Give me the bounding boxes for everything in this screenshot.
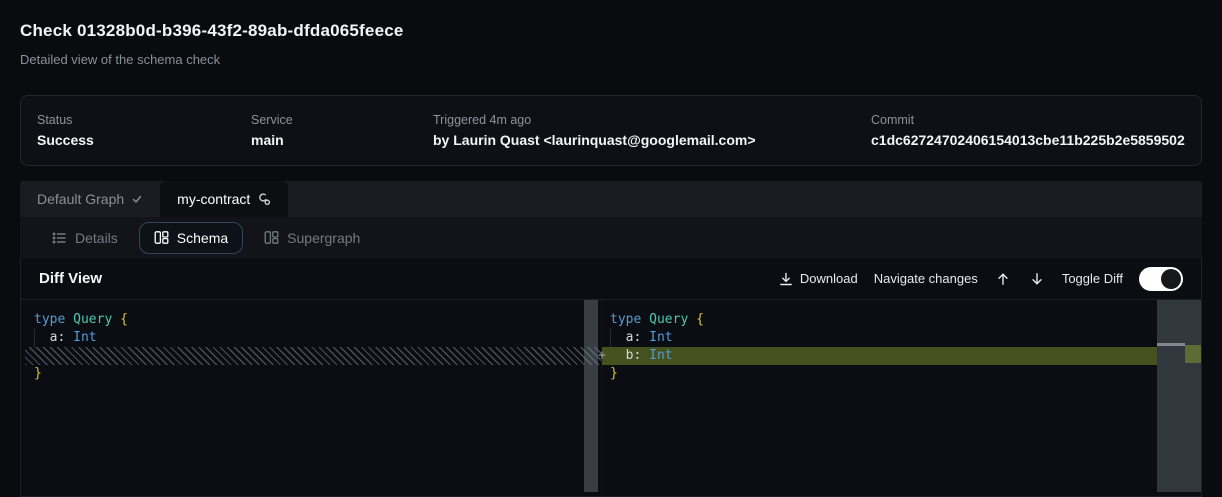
code-line: a: Int xyxy=(602,329,1201,347)
code-line: type Query { xyxy=(21,311,601,329)
page-header: Check 01328b0d-b396-43f2-89ab-dfda065fee… xyxy=(20,0,1202,68)
download-icon xyxy=(779,272,793,286)
code-line: type Query { xyxy=(602,311,1201,329)
check-summary-card: Status Success Service main Triggered 4m… xyxy=(20,95,1202,166)
download-button[interactable]: Download xyxy=(779,271,858,286)
view-tabs-bar: Details Schema Supergraph xyxy=(20,217,1202,258)
diff-editor-original: type Query { a: Int} xyxy=(21,300,601,496)
diff-added-line: + b: Int xyxy=(602,347,1201,365)
tab-default-graph[interactable]: Default Graph xyxy=(20,181,160,217)
code-line: a: Int xyxy=(21,329,601,347)
code-line: } xyxy=(602,365,1201,383)
contract-icon xyxy=(257,192,271,206)
original-code: type Query { a: Int} xyxy=(21,311,601,383)
added-line-gutter: + xyxy=(598,347,606,365)
code-line: } xyxy=(21,365,601,383)
status-label: Status xyxy=(37,113,251,127)
check-icon xyxy=(131,193,143,205)
previous-change-button[interactable] xyxy=(994,272,1012,286)
scrollbar-thumb-edge xyxy=(1157,343,1185,346)
arrow-down-icon xyxy=(1030,272,1044,286)
download-label: Download xyxy=(800,271,858,286)
triggered-field: Triggered 4m ago by Laurin Quast <laurin… xyxy=(433,113,871,148)
next-change-button[interactable] xyxy=(1028,272,1046,286)
page-subtitle: Detailed view of the schema check xyxy=(20,52,1202,68)
page-title: Check 01328b0d-b396-43f2-89ab-dfda065fee… xyxy=(20,20,1202,42)
modified-scrollbar[interactable] xyxy=(1157,300,1201,492)
diff-toolbar: Diff View Download Navigate changes xyxy=(21,258,1201,300)
tab-my-contract[interactable]: my-contract xyxy=(160,181,288,217)
commit-value: c1dc62724702406154013cbe11b225b2e5859502 xyxy=(871,132,1185,148)
status-field: Status Success xyxy=(37,113,251,148)
triggered-value: by Laurin Quast <laurinquast@googlemail.… xyxy=(433,132,871,148)
status-value: Success xyxy=(37,132,251,148)
graph-tabs-bar: Default Graph my-contract xyxy=(20,181,1202,217)
original-scrollbar[interactable] xyxy=(584,300,598,492)
tab-schema-label: Schema xyxy=(177,230,228,246)
diff-panel: Diff View Download Navigate changes xyxy=(20,258,1202,497)
added-change-marker xyxy=(1185,345,1201,363)
commit-field: Commit c1dc62724702406154013cbe11b225b2e… xyxy=(871,113,1185,148)
tab-schema[interactable]: Schema xyxy=(139,222,243,254)
panels-icon xyxy=(154,230,169,245)
triggered-label: Triggered 4m ago xyxy=(433,113,871,127)
service-field: Service main xyxy=(251,113,433,148)
modified-code: type Query { a: Int+ b: Int} xyxy=(602,311,1201,383)
diff-controls: Download Navigate changes Toggle Diff xyxy=(779,267,1183,291)
toggle-diff-switch[interactable] xyxy=(1139,267,1183,291)
tab-supergraph-label: Supergraph xyxy=(287,230,360,246)
tab-default-graph-label: Default Graph xyxy=(37,191,124,207)
diff-editor-modified: type Query { a: Int+ b: Int} xyxy=(601,300,1201,496)
page: Check 01328b0d-b396-43f2-89ab-dfda065fee… xyxy=(0,0,1222,497)
diff-editor: type Query { a: Int} type Query { a: Int… xyxy=(21,300,1201,496)
diff-view-title: Diff View xyxy=(39,270,102,287)
diff-filler-line xyxy=(25,347,601,365)
service-label: Service xyxy=(251,113,433,127)
panels-icon xyxy=(264,230,279,245)
tab-details-label: Details xyxy=(75,230,118,246)
list-icon xyxy=(51,230,67,246)
tab-supergraph[interactable]: Supergraph xyxy=(251,222,373,254)
switch-knob xyxy=(1161,269,1181,289)
toggle-diff-label: Toggle Diff xyxy=(1062,271,1123,286)
arrow-up-icon xyxy=(996,272,1010,286)
tab-details[interactable]: Details xyxy=(38,222,131,254)
commit-label: Commit xyxy=(871,113,1185,127)
service-value: main xyxy=(251,132,433,148)
navigate-changes-label: Navigate changes xyxy=(874,271,978,286)
tab-my-contract-label: my-contract xyxy=(177,191,250,207)
navigate-changes-button[interactable]: Navigate changes xyxy=(874,271,978,286)
